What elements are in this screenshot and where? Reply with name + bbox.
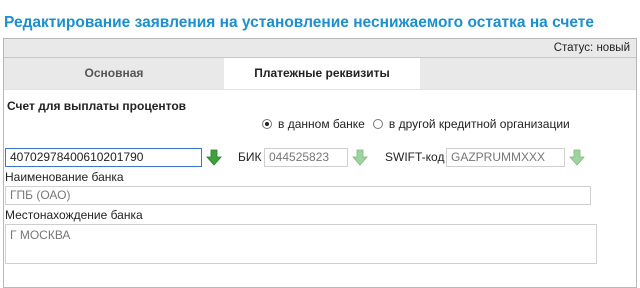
radio-other-bank[interactable]	[372, 119, 383, 129]
radio-other-bank-label[interactable]: в другой кредитной организации	[389, 117, 570, 131]
page-title: Редактирование заявления на установление…	[4, 14, 594, 31]
tab-bar: Основная Платежные реквизиты	[4, 58, 636, 90]
swift-field[interactable]: GAZPRUMMXXX	[446, 148, 565, 167]
bik-label: БИК	[238, 150, 262, 164]
radio-this-bank-label[interactable]: в данном банке	[278, 117, 365, 131]
bank-choice-group: в данном банке в другой кредитной органи…	[262, 116, 578, 132]
arrow-down-icon[interactable]	[569, 149, 585, 166]
tab-payment-details[interactable]: Платежные реквизиты	[224, 58, 420, 89]
form-panel: Статус: новый Основная Платежные реквизи…	[3, 38, 637, 288]
arrow-down-icon[interactable]	[206, 149, 222, 166]
account-number-field[interactable]: 40702978400610201790	[5, 148, 202, 167]
swift-label: SWIFT-код	[385, 150, 445, 164]
bik-field[interactable]: 044525823	[264, 148, 348, 167]
tab-main[interactable]: Основная	[4, 58, 224, 89]
bank-location-field[interactable]: Г МОСКВА	[5, 224, 597, 264]
bank-location-label: Местонахождение банка	[5, 208, 143, 222]
section-title-interest-account: Счет для выплаты процентов	[7, 99, 187, 113]
status-bar: Статус: новый	[4, 39, 636, 58]
arrow-down-icon[interactable]	[352, 149, 368, 166]
status-text: Статус: новый	[553, 42, 630, 54]
bank-name-label: Наименование банка	[5, 170, 124, 184]
radio-this-bank[interactable]	[262, 119, 272, 129]
bank-name-field[interactable]: ГПБ (ОАО)	[5, 186, 591, 205]
